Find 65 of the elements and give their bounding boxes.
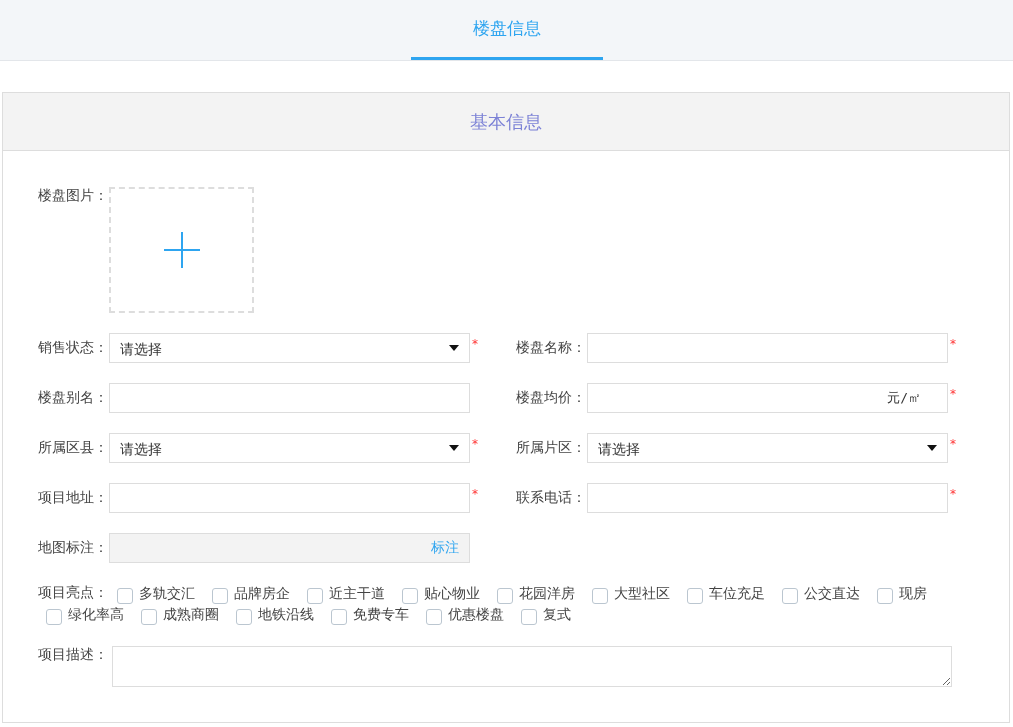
input-field[interactable]	[109, 383, 470, 413]
checkbox[interactable]	[212, 588, 228, 604]
checkbox-label: 公交直达	[804, 585, 860, 603]
checkbox[interactable]	[331, 609, 347, 625]
panel-title: 基本信息	[3, 93, 1009, 151]
required-mark: *	[472, 487, 478, 501]
checkbox-label: 大型社区	[614, 585, 670, 603]
input-field[interactable]	[109, 483, 470, 513]
select-field[interactable]: 请选择	[587, 433, 948, 463]
checkbox[interactable]	[117, 588, 133, 604]
required-mark: *	[950, 387, 956, 401]
checkbox-label: 优惠楼盘	[448, 606, 504, 624]
field-label: 地图标注：	[38, 539, 109, 557]
checkbox-label: 贴心物业	[424, 585, 480, 603]
checkbox-label: 品牌房企	[234, 585, 290, 603]
field-label: 项目亮点：	[38, 584, 108, 602]
checkbox[interactable]	[877, 588, 893, 604]
input-field[interactable]	[587, 483, 948, 513]
checkbox[interactable]	[402, 588, 418, 604]
checkbox-label: 复式	[543, 606, 571, 624]
select-field[interactable]: 请选择	[109, 333, 470, 363]
field-label: 楼盘均价：	[516, 389, 587, 407]
required-mark: *	[472, 337, 478, 351]
field-label: 项目地址：	[38, 489, 109, 507]
checkbox[interactable]	[46, 609, 62, 625]
required-mark: *	[950, 437, 956, 451]
checkbox-label: 近主干道	[329, 585, 385, 603]
field-label: 楼盘别名：	[38, 389, 109, 407]
description-field[interactable]	[112, 646, 952, 687]
required-mark: *	[950, 487, 956, 501]
input-field[interactable]: 元/㎡	[587, 383, 948, 413]
select-field[interactable]: 请选择	[109, 433, 470, 463]
input-field[interactable]	[587, 333, 948, 363]
field-label: 所属片区：	[516, 439, 587, 457]
image-upload[interactable]	[109, 187, 254, 313]
checkbox[interactable]	[687, 588, 703, 604]
caret-icon	[449, 345, 459, 351]
unit-text: 元/㎡	[887, 389, 921, 407]
caret-icon	[449, 445, 459, 451]
checkbox-label: 地铁沿线	[258, 606, 314, 624]
required-mark: *	[472, 437, 478, 451]
checkbox[interactable]	[141, 609, 157, 625]
plus-icon	[162, 231, 201, 269]
checkbox[interactable]	[236, 609, 252, 625]
checkbox[interactable]	[497, 588, 513, 604]
checkbox-label: 花园洋房	[519, 585, 575, 603]
field-label: 联系电话：	[516, 489, 587, 507]
field-label: 楼盘图片：	[38, 187, 109, 205]
checkbox[interactable]	[307, 588, 323, 604]
checkbox[interactable]	[592, 588, 608, 604]
field-label: 楼盘名称：	[516, 339, 587, 357]
required-mark: *	[950, 337, 956, 351]
checkbox[interactable]	[782, 588, 798, 604]
checkbox-label: 多轨交汇	[139, 585, 195, 603]
checkbox-label: 车位充足	[709, 585, 765, 603]
field-label: 所属区县：	[38, 439, 109, 457]
checkbox-label: 成熟商圈	[163, 606, 219, 624]
checkbox[interactable]	[521, 609, 537, 625]
field-label: 项目描述：	[38, 646, 109, 664]
checkbox-label: 现房	[899, 585, 927, 603]
checkbox-label: 绿化率高	[68, 606, 124, 624]
checkbox-label: 免费专车	[353, 606, 409, 624]
field-label: 销售状态：	[38, 339, 109, 357]
caret-icon	[927, 445, 937, 451]
checkbox[interactable]	[426, 609, 442, 625]
